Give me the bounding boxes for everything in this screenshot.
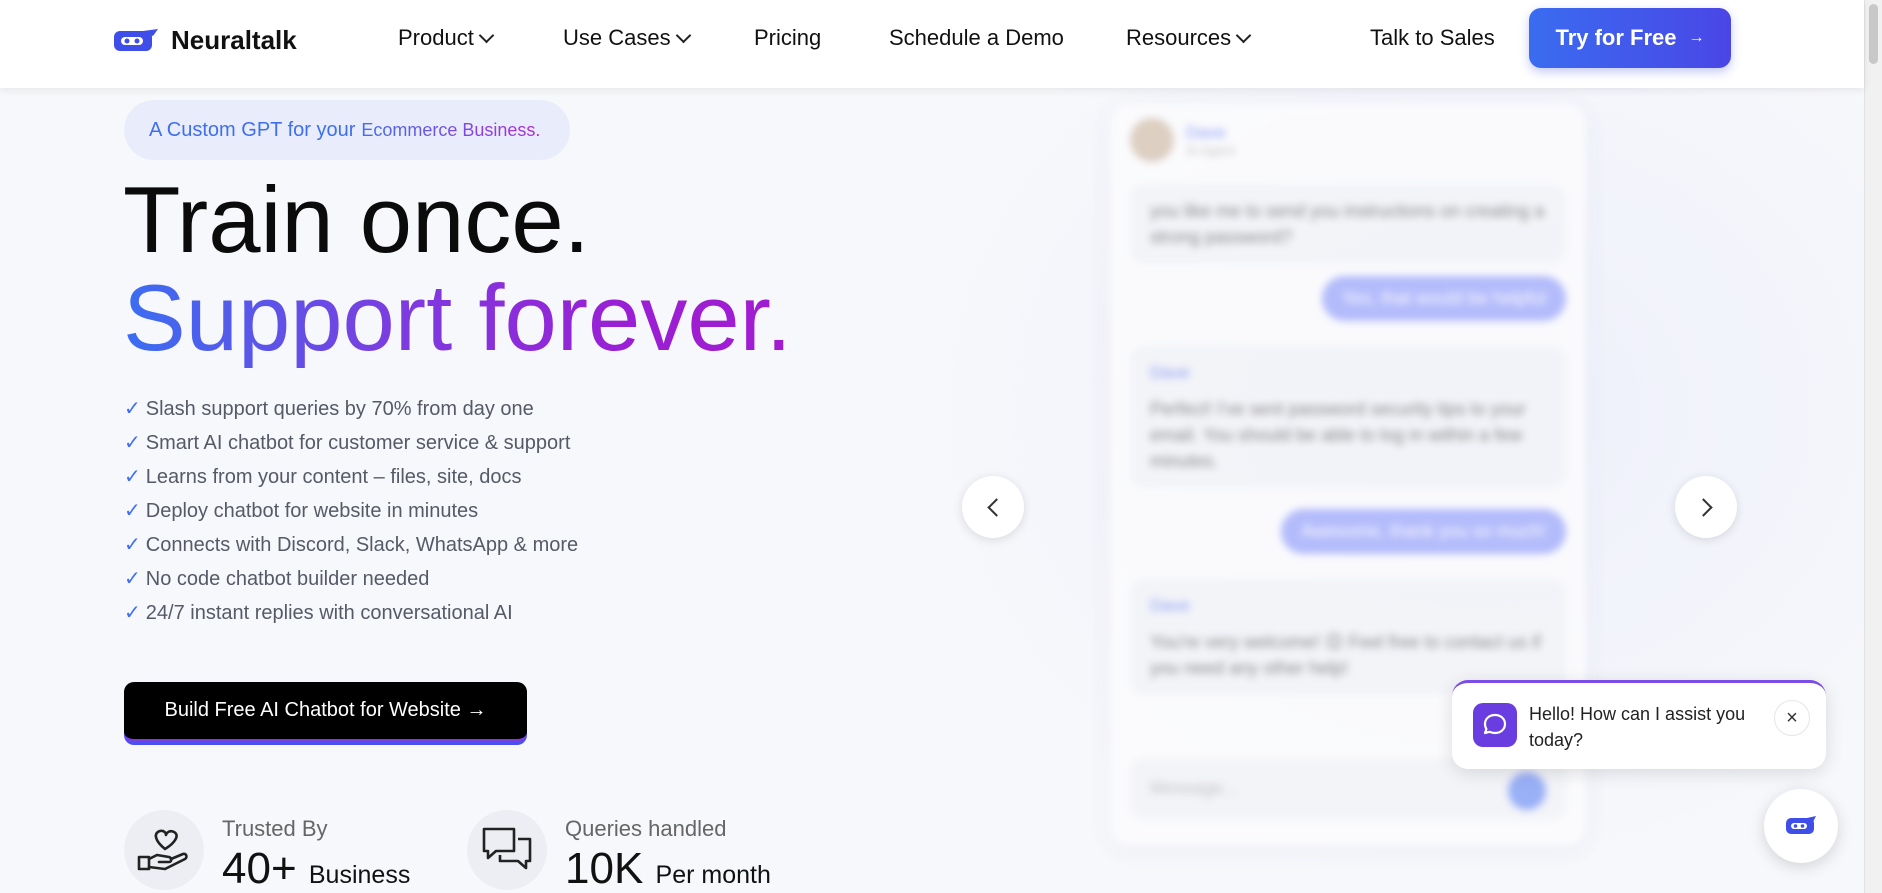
chevron-down-icon [675, 27, 691, 43]
chat-preview-header: Dave AI Agent [1130, 118, 1235, 162]
check-icon: ✓ [124, 568, 141, 590]
stat-queries-handled: Queries handled 10K Per month [467, 810, 771, 893]
hero-tag-pill: A Custom GPT for your Ecommerce Business… [124, 100, 570, 160]
input-placeholder: Message... [1150, 778, 1239, 798]
chat-bubble-icon [1473, 703, 1517, 747]
carousel-next-button[interactable] [1675, 476, 1737, 538]
feature-text: Learns from your content – files, site, … [145, 466, 522, 488]
stat-label: Queries handled [565, 816, 727, 841]
check-icon: ✓ [124, 466, 141, 488]
check-icon: ✓ [124, 602, 141, 624]
bot-name: Dave [1150, 596, 1190, 615]
hero-title-line1: Train once. [123, 167, 590, 272]
user-message: Yes, that would be helpful [1321, 276, 1566, 321]
nav-resources-label: Resources [1126, 25, 1232, 50]
check-icon: ✓ [124, 398, 141, 420]
feature-item: ✓ Smart AI chatbot for customer service &… [124, 426, 578, 460]
check-icon: ✓ [124, 432, 141, 454]
chevron-down-icon [478, 27, 495, 43]
feature-text: Slash support queries by 70% from day on… [145, 398, 534, 420]
agent-name: Dave [1186, 122, 1226, 142]
nav-schedule-demo-label: Schedule a Demo [889, 25, 1064, 50]
chevron-right-icon [1693, 497, 1713, 517]
try-for-free-button[interactable]: Try for Free → [1529, 8, 1731, 68]
chevron-down-icon [1235, 27, 1252, 43]
build-chatbot-button[interactable]: Build Free AI Chatbot for Website → [124, 682, 527, 742]
feature-item: ✓ Connects with Discord, Slack, WhatsApp … [124, 528, 578, 562]
bot-message: Dave Perfect! I've sent password securit… [1130, 346, 1566, 488]
nav-pricing[interactable]: Pricing [754, 25, 821, 51]
chevron-left-icon [986, 497, 1006, 517]
stat-unit: Business [308, 861, 411, 889]
feature-text: 24/7 instant replies with conversational… [145, 602, 513, 624]
bot-name: Dave [1150, 363, 1190, 382]
chat-launcher-button[interactable] [1764, 789, 1838, 863]
stat-number: 10K [565, 844, 644, 893]
neuraltalk-bot-icon [1786, 816, 1816, 834]
stat-value: 40+ Business [222, 846, 410, 893]
nav-resources[interactable]: Resources [1126, 25, 1252, 51]
feature-item: ✓ Deploy chatbot for website in minutes [124, 494, 578, 528]
feature-text: Deploy chatbot for website in minutes [145, 500, 479, 522]
nav-product-label: Product [398, 25, 474, 50]
chat-bubbles-icon [467, 810, 547, 890]
stat-unit: Per month [655, 861, 771, 889]
talk-to-sales-link[interactable]: Talk to Sales [1370, 25, 1495, 51]
feature-item: ✓ No code chatbot builder needed [124, 562, 578, 596]
tag-prefix: A Custom GPT for your [149, 118, 356, 141]
check-icon: ✓ [124, 500, 141, 522]
send-icon [1508, 772, 1546, 810]
heart-hand-icon [124, 810, 204, 890]
bot-text: You're very welcome! 😊 Feel free to cont… [1150, 632, 1541, 678]
feature-text: No code chatbot builder needed [145, 568, 430, 590]
bot-message: Dave You're very welcome! 😊 Feel free to… [1130, 579, 1566, 695]
tag-highlight: Ecommerce Business. [361, 119, 541, 140]
feature-item: ✓ Slash support queries by 70% from day o… [124, 392, 578, 426]
top-navbar: Neuraltalk Product Use Cases Pricing Sch… [0, 0, 1864, 88]
nav-schedule-demo[interactable]: Schedule a Demo [889, 25, 1064, 51]
page-scrollbar[interactable] [1864, 0, 1882, 893]
bot-message: you like me to send you instructions on … [1130, 184, 1566, 264]
popup-message: Hello! How can I assist you today? [1529, 704, 1746, 750]
neuraltalk-logo-icon [114, 28, 158, 51]
chat-greeting-popup[interactable]: Hello! How can I assist you today? × [1452, 680, 1826, 769]
stat-trusted-by: Trusted By 40+ Business [124, 810, 410, 893]
check-icon: ✓ [124, 534, 141, 556]
hero-title-line2: Support forever. [123, 265, 792, 370]
nav-product[interactable]: Product [398, 25, 495, 51]
nav-use-cases-label: Use Cases [563, 25, 671, 50]
feature-item: ✓ Learns from your content – files, site,… [124, 460, 578, 494]
nav-use-cases[interactable]: Use Cases [563, 25, 691, 51]
stat-number: 40+ [222, 844, 297, 893]
bot-text: Perfect! I've sent password security tip… [1150, 399, 1526, 471]
stat-value: 10K Per month [565, 846, 771, 893]
brand-logo[interactable]: Neuraltalk [113, 25, 297, 56]
talk-to-sales-label: Talk to Sales [1370, 25, 1495, 50]
feature-text: Connects with Discord, Slack, WhatsApp &… [145, 534, 579, 556]
user-message: Awesome, thank you so much! [1281, 509, 1566, 554]
try-free-label: Try for Free [1555, 25, 1677, 50]
brand-name: Neuraltalk [171, 25, 297, 55]
feature-list: ✓ Slash support queries by 70% from day o… [124, 392, 578, 630]
stat-label: Trusted By [222, 816, 328, 841]
avatar [1130, 118, 1174, 162]
agent-sub: AI Agent [1186, 142, 1236, 158]
feature-text: Smart AI chatbot for customer service & … [145, 432, 571, 454]
arrow-right-icon: → [1688, 29, 1705, 46]
carousel-prev-button[interactable] [962, 476, 1024, 538]
close-icon[interactable]: × [1774, 700, 1810, 736]
feature-item: ✓ 24/7 instant replies with conversationa… [124, 596, 578, 630]
nav-pricing-label: Pricing [754, 25, 822, 50]
scrollbar-thumb[interactable] [1869, 4, 1878, 64]
